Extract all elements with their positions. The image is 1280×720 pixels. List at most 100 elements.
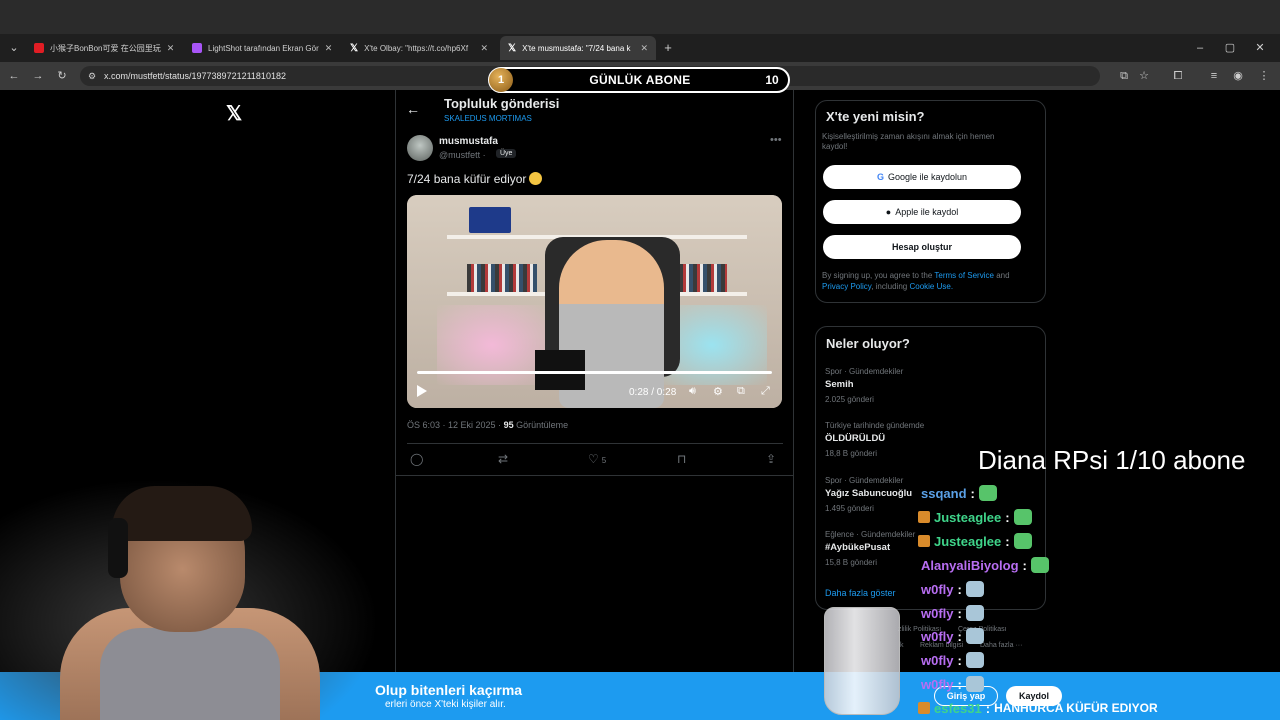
youtube-favicon-icon [34,43,44,53]
more-options-icon[interactable]: ••• [770,134,782,146]
streamer-webcam [0,478,380,720]
media-icon[interactable]: ≡ [1206,68,1222,84]
cast-icon[interactable]: ⧉ [1116,68,1132,84]
chat-username[interactable]: w0fly [921,582,954,597]
back-icon[interactable]: ← [6,68,22,84]
books [467,264,537,292]
trend-count: 18,8 B gönderi [825,449,878,458]
view-count: 95 [503,420,514,430]
chat-separator: : [1005,509,1010,525]
community-name-link[interactable]: SKALEDUS MORTIMAS [444,114,532,123]
privacy-link[interactable]: Privacy Policy [822,282,871,291]
forward-icon[interactable]: → [30,68,46,84]
repost-icon[interactable]: ⇄ [498,452,508,466]
avatar[interactable] [407,135,433,161]
chat-message: Justeaglee: [918,532,1032,550]
trend-category: Spor · Gündemdekiler [825,367,904,376]
new-tab-button[interactable]: + [660,40,676,56]
daily-sub-count: 10 [765,73,779,87]
trend-name[interactable]: Semih [825,379,854,390]
trend-name[interactable]: #AybükePusat [825,542,890,553]
close-tab-icon[interactable]: ✕ [640,43,648,54]
bookmark-star-icon[interactable]: ☆ [1136,68,1152,84]
emote-icon [965,581,984,597]
apple-signup-button[interactable]: ● Apple ile kaydol [823,200,1021,224]
tab-4-active[interactable]: 𝕏 X'te musmustafa: "7/24 bana k ✕ [500,36,656,60]
like-button[interactable]: ♡ 5 [588,452,606,466]
chat-separator: : [957,581,962,597]
emote-icon [965,676,984,692]
trend-count: 15,8 B gönderi [825,558,878,567]
volume-icon[interactable]: 🔊︎ [689,385,696,398]
signup-legal: By signing up, you agree to the Terms of… [822,270,1034,292]
terms-link[interactable]: Terms of Service [934,271,994,280]
chat-username[interactable]: esfes31 [934,701,982,716]
video-progress-fill [417,371,772,374]
chat-separator: : [957,676,962,692]
emote-icon [1013,533,1032,549]
chat-text: HANHURCA KÜFÜR EDIYOR [994,701,1158,715]
tab-search-icon[interactable]: ⌄ [6,40,22,56]
tab-1[interactable]: 小猴子BonBon可爱 在公园里玩 ✕ [26,36,180,60]
emote-icon [978,485,997,501]
share-icon[interactable]: ⇪ [766,452,776,466]
x-logo-icon[interactable]: 𝕏 [226,101,242,126]
legal-text-2: and [996,271,1010,280]
picture-in-picture-icon[interactable]: ⧉ [737,385,745,398]
post-timestamp[interactable]: ÖS 6:03 · 12 Eki 2025 · [407,420,501,430]
video-player[interactable]: 0:28 / 0:28 🔊︎ ⚙ ⧉ ⤢ [407,195,782,408]
webcam-shirt [100,628,280,720]
trend-name[interactable]: ÖLDÜRÜLDÜ [825,433,885,444]
post-text: 7/24 bana küfür ediyor [407,172,543,186]
chat-username[interactable]: w0fly [921,677,954,692]
emote-icon [1013,509,1032,525]
tab-2[interactable]: LightShot tarafından Ekran Gör ✕ [184,36,338,60]
chat-username[interactable]: Justeaglee [934,510,1001,525]
cookie-link[interactable]: Cookie Use. [909,282,953,291]
chat-username[interactable]: AlanyaliBiyolog [921,558,1019,573]
menu-kebab-icon[interactable]: ⋮ [1256,68,1272,84]
minimize-icon[interactable]: – [1192,40,1208,56]
emote-icon [965,652,984,668]
footer-link[interactable]: Daha fazla ··· [980,642,1022,649]
show-more-link[interactable]: Daha fazla göster [825,588,896,598]
tab-3[interactable]: 𝕏 X'te Olbay: "https://t.co/hp6Xf ✕ [342,36,496,60]
create-account-button[interactable]: Hesap oluştur [823,235,1021,259]
back-arrow-icon[interactable]: ← [406,101,420,117]
site-info-icon[interactable]: ⚙ [88,66,96,86]
legal-text-1: By signing up, you agree to the [822,271,933,280]
trend-name[interactable]: Yağız Sabuncuoğlu [825,488,912,499]
profile-icon[interactable]: ◉ [1230,68,1246,84]
bookmark-icon[interactable]: ⊓ [677,452,686,466]
x-favicon-icon: 𝕏 [350,42,359,54]
settings-gear-icon[interactable]: ⚙ [713,385,723,398]
fullscreen-icon[interactable]: ⤢ [761,385,770,398]
maximize-icon[interactable]: ▢ [1222,40,1238,56]
chat-username[interactable]: Justeaglee [934,534,1001,549]
signup-desc: Kişiselleştirilmiş zaman akışını almak i… [822,132,995,151]
window-close-icon[interactable]: ✕ [1252,40,1268,56]
reply-icon[interactable]: ◯ [410,452,423,466]
google-signup-button[interactable]: G Google ile kaydolun [823,165,1021,189]
close-tab-icon[interactable]: ✕ [480,43,488,54]
footer-link[interactable]: k [900,642,904,649]
extensions-icon[interactable]: ⧠ [1170,68,1186,84]
divider [407,443,783,444]
author-handle[interactable]: @mustfett · [439,150,486,160]
close-tab-icon[interactable]: ✕ [167,43,175,54]
author-name[interactable]: musmustafa [439,136,498,147]
sub-badge-icon [918,511,930,523]
chat-username[interactable]: w0fly [921,653,954,668]
like-count: 5 [601,456,607,465]
chat-separator: : [957,605,962,621]
chat-username[interactable]: ssqand [921,486,967,501]
emoji-icon [529,172,543,185]
close-tab-icon[interactable]: ✕ [325,43,333,54]
video-progress-bar[interactable] [417,371,772,374]
chat-username[interactable]: w0fly [921,629,954,644]
chat-username[interactable]: w0fly [921,606,954,621]
play-icon[interactable] [417,385,427,397]
trend-count: 2.025 gönderi [825,395,874,404]
community-post-title: Topluluk gönderisi [444,96,560,111]
reload-icon[interactable]: ↻ [54,68,70,84]
